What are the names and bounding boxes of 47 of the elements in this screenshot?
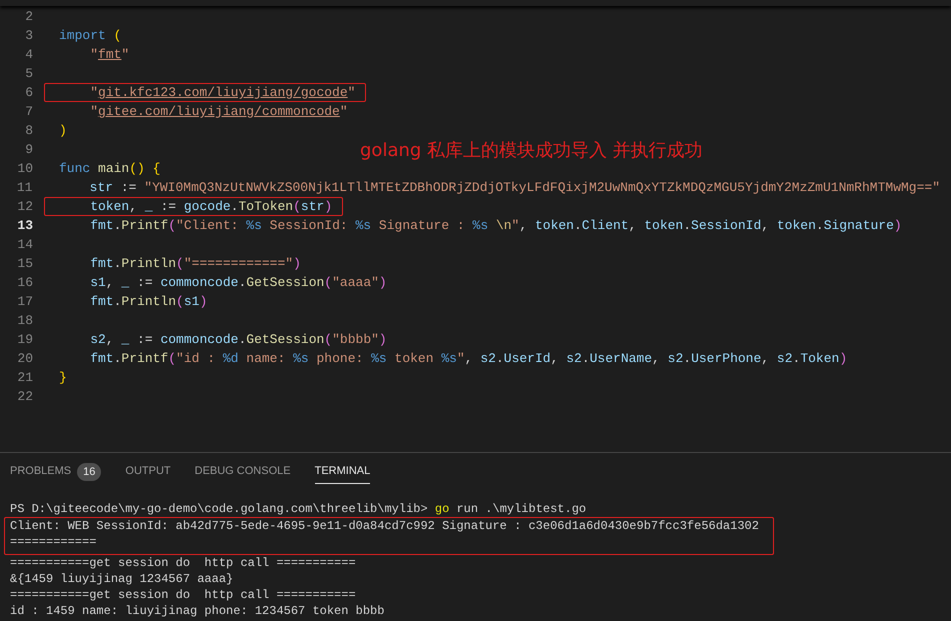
terminal-line: ===========get session do http call =========== xyxy=(9,555,357,571)
code-line: "gitee.com/liuyijiang/commoncode" xyxy=(89,103,349,121)
line-number: 12 xyxy=(16,198,33,216)
line-number: 14 xyxy=(16,236,33,254)
line-number: 21 xyxy=(16,369,33,387)
code-line: ) xyxy=(58,122,68,140)
line-number: 18 xyxy=(16,312,33,330)
code-line: fmt.Printf("Client: %s SessionId: %s Signature : %s \n", token.Client, token.SessionId, token.Signature) xyxy=(89,217,903,235)
line-number: 5 xyxy=(24,65,33,83)
code-line: fmt.Println("============") xyxy=(89,255,302,273)
line-number: 8 xyxy=(24,122,33,140)
line-number: 13 xyxy=(16,217,33,235)
code-line: s1, _ := commoncode.GetSession("aaaa") xyxy=(89,274,388,292)
line-number: 4 xyxy=(24,46,33,64)
terminal-line: ============ xyxy=(4,534,774,555)
line-number: 20 xyxy=(16,350,33,368)
code-line: func main() { xyxy=(58,160,162,178)
terminal-line: id : 1459 name: liuyijinag phone: 1234567 token bbbb xyxy=(9,603,386,619)
line-number: 7 xyxy=(24,103,33,121)
line-number: 2 xyxy=(24,8,33,26)
annotation-text: golang 私库上的模块成功导入 并执行成功 xyxy=(360,139,703,163)
terminal-line: ===========get session do http call =========== xyxy=(9,587,357,603)
terminal-line: PS D:\giteecode\my-go-demo\code.golang.com\threelib\mylib> go run .\mylibtest.go xyxy=(9,501,588,517)
code-line: import ( xyxy=(58,27,122,45)
terminal-line: &{1459 liuyijinag 1234567 aaaa} xyxy=(9,571,234,587)
line-number: 15 xyxy=(16,255,33,273)
count-badge: 16 xyxy=(77,462,102,480)
line-number: 6 xyxy=(24,84,33,102)
line-number: 3 xyxy=(24,27,33,45)
line-number: 9 xyxy=(24,141,33,159)
line-number: 10 xyxy=(16,160,33,178)
line-number: 17 xyxy=(16,293,33,311)
panel-tab[interactable]: TERMINAL xyxy=(314,460,370,484)
code-line: "fmt" xyxy=(89,46,130,64)
panel-tab[interactable]: PROBLEMS 16 xyxy=(10,460,102,484)
terminal-line: Client: WEB SessionId: ab42d775-5ede-4695-9e11-d0a84cd7c992 Signature : c3e06d1a6d0430e9b7fcc3fe56da1302 xyxy=(4,517,774,534)
line-number: 19 xyxy=(16,331,33,349)
line-number: 22 xyxy=(16,388,33,406)
code-line: fmt.Printf("id : %d name: %s phone: %s token %s", s2.UserId, s2.UserName, s2.UserPhone, s2.Token) xyxy=(89,350,848,368)
code-line: s2, _ := commoncode.GetSession("bbbb") xyxy=(89,331,388,349)
code-line: str := "YWI0MmQ3NzUtNWVkZS00Njk1LTllMTEtZDBhODRjZDdjOTkyLFdFQixjM2UwNmQxYTZkMDQzMGU5YjdmY2MzZmU1NmRhMTMwMg==" xyxy=(88,179,941,197)
panel-tab[interactable]: OUTPUT xyxy=(125,460,171,484)
line-number: 11 xyxy=(16,179,32,197)
line-number: 16 xyxy=(16,274,33,292)
code-line: fmt.Println(s1) xyxy=(89,293,208,311)
panel-tab[interactable]: DEBUG CONSOLE xyxy=(194,460,291,484)
code-line: } xyxy=(58,369,68,387)
